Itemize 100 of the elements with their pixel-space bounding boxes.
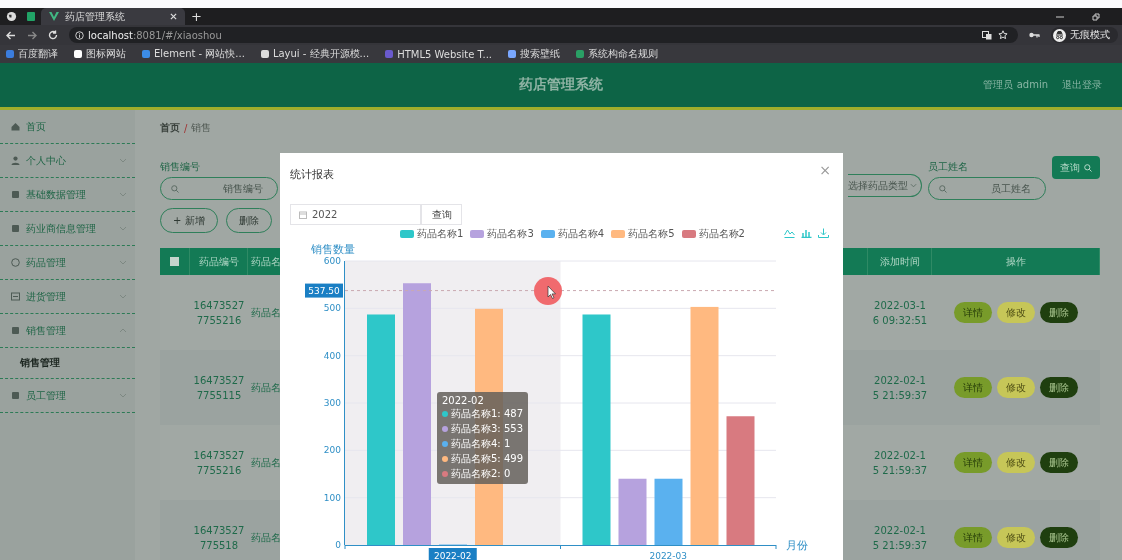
restore-icon[interactable]	[1092, 12, 1100, 21]
bar-chart-icon[interactable]	[801, 228, 812, 238]
table-cell-text: 药品名	[251, 306, 281, 320]
table-cell-text: 16473527 775518	[193, 523, 245, 553]
sidebar-item[interactable]: 进货管理	[0, 280, 135, 314]
sidebar-item[interactable]: 员工管理	[0, 379, 135, 413]
table-cell-text: 2022-03-1 6 09:32:51	[872, 298, 928, 328]
row-action-button[interactable]: 删除	[1040, 527, 1078, 548]
row-action-button[interactable]: 修改	[997, 302, 1035, 323]
bar[interactable]	[654, 478, 683, 545]
breadcrumb-link[interactable]: 首页	[160, 121, 180, 135]
logout-link[interactable]: 退出登录	[1062, 78, 1102, 92]
column-header: 药品名	[250, 254, 281, 269]
legend-item[interactable]: 药品名称3	[470, 227, 534, 241]
row-action-button[interactable]: 详情	[954, 527, 992, 548]
row-action-button[interactable]: 删除	[1040, 452, 1078, 473]
table-cell-text: 药品名	[251, 456, 281, 470]
key-icon[interactable]	[1029, 32, 1040, 38]
table-cell-text: 16473527 7755216	[193, 298, 245, 328]
browser-tab[interactable]: 药店管理系统	[41, 8, 185, 25]
y-tick-label: 0	[335, 540, 341, 550]
close-button[interactable]: ×	[819, 162, 831, 178]
menu-icon	[11, 391, 20, 400]
query-button[interactable]: 查询	[1052, 156, 1100, 179]
app-title: 药店管理系统	[519, 76, 603, 94]
axis-pointer-y-label: 537.50	[305, 283, 343, 298]
v-logo-icon	[49, 12, 59, 21]
bookmark-link[interactable]: Layui - 经典开源模...	[260, 47, 370, 61]
axis-pointer-x-label: 2022-02	[428, 548, 477, 560]
table-cell-text: 16473527 7755216	[193, 448, 245, 478]
search-icon	[1084, 163, 1092, 172]
sidebar-subitem[interactable]: 销售管理	[0, 348, 135, 379]
row-action-button[interactable]: 修改	[997, 527, 1035, 548]
calendar-icon	[299, 210, 307, 219]
legend-item[interactable]: 药品名称2	[681, 227, 745, 241]
cursor-highlight-icon	[534, 277, 562, 305]
admin-user-label: 管理员 admin	[983, 78, 1048, 92]
sidebar-item[interactable]: 药业商信息管理	[0, 212, 135, 246]
tooltip-value: 药品名称1: 487	[451, 407, 523, 421]
tab-favicon-icon[interactable]	[27, 12, 35, 21]
tab-title: 药店管理系统	[65, 9, 126, 24]
close-icon[interactable]	[170, 13, 177, 20]
row-action-button[interactable]: 修改	[997, 377, 1035, 398]
sidebar-item[interactable]: 首页	[0, 110, 135, 144]
search-icon	[939, 184, 947, 193]
legend-item[interactable]: 药品名称1	[400, 227, 464, 241]
reload-icon[interactable]	[48, 30, 58, 40]
breadcrumb-current: 销售	[191, 121, 212, 135]
bookmark-link[interactable]: 系统构命名规则	[576, 47, 659, 61]
bar[interactable]	[726, 416, 755, 545]
bookmark-link[interactable]: 百度翻译	[6, 47, 58, 61]
tooltip-value: 药品名称3: 553	[451, 422, 523, 436]
sidebar-item[interactable]: 销售管理	[0, 314, 135, 348]
sidebar-item[interactable]: 药品管理	[0, 246, 135, 280]
y-tick-label: 500	[323, 303, 341, 314]
menu-icon	[11, 156, 20, 165]
legend-item[interactable]: 药品名称4	[540, 227, 605, 241]
row-action-button[interactable]: 详情	[954, 452, 992, 473]
bar[interactable]	[618, 478, 647, 545]
line-chart-icon[interactable]	[784, 228, 795, 238]
row-action-button[interactable]: 删除	[1040, 302, 1078, 323]
minimize-icon[interactable]	[1056, 15, 1064, 18]
sidebar-item[interactable]: 个人中心	[0, 144, 135, 178]
bookmark-link[interactable]: 搜索壁纸	[508, 47, 561, 61]
menu-icon	[11, 326, 20, 335]
dialog-title: 统计报表	[290, 166, 334, 182]
legend-item[interactable]: 药品名称5	[611, 227, 675, 241]
forward-icon[interactable]	[27, 30, 37, 40]
back-icon[interactable]	[6, 30, 16, 40]
y-tick-label: 200	[323, 445, 341, 456]
year-picker[interactable]: 2022	[290, 204, 421, 225]
bookmark-link[interactable]: 图标网站	[74, 47, 126, 61]
y-tick-label: 100	[323, 492, 341, 503]
globe-icon[interactable]	[6, 11, 17, 22]
menu-icon	[11, 122, 20, 131]
menu-icon	[11, 224, 20, 233]
y-tick-label: 300	[323, 398, 341, 408]
field-label: 员工姓名	[928, 160, 969, 174]
row-action-button[interactable]: 详情	[954, 377, 992, 398]
row-action-button[interactable]: 修改	[997, 452, 1035, 473]
column-header: 操作	[1005, 254, 1026, 269]
incognito-profile-button[interactable]: 无痕模式	[1051, 27, 1118, 43]
table-cell-text: 药品名	[251, 381, 281, 395]
table-cell-text: 2022-02-1 5 21:59:37	[872, 523, 928, 553]
select-all-checkbox[interactable]	[170, 257, 179, 266]
address-bar[interactable]: localhost:8081/#/xiaoshou	[69, 27, 1018, 43]
download-icon[interactable]	[818, 228, 829, 238]
query-button[interactable]: 查询	[421, 204, 462, 225]
row-action-button[interactable]: 删除	[1040, 377, 1078, 398]
star-icon[interactable]	[998, 30, 1008, 40]
tooltip-value: 药品名称4: 1	[451, 437, 511, 451]
x-tick-label: 2022-03	[649, 551, 688, 560]
table-cell-text: 2022-02-1 5 21:59:37	[872, 373, 928, 403]
translate-icon[interactable]	[982, 30, 992, 40]
sidebar-item[interactable]: 基础数据管理	[0, 178, 135, 212]
table-cell-text: 2022-02-1 5 21:59:37	[872, 448, 928, 478]
bookmark-link[interactable]: Element - 网站快...	[142, 47, 245, 61]
bookmark-link[interactable]: HTML5 Website T...	[385, 48, 493, 60]
row-action-button[interactable]: 详情	[954, 302, 992, 323]
new-tab-button[interactable]: +	[191, 10, 202, 23]
